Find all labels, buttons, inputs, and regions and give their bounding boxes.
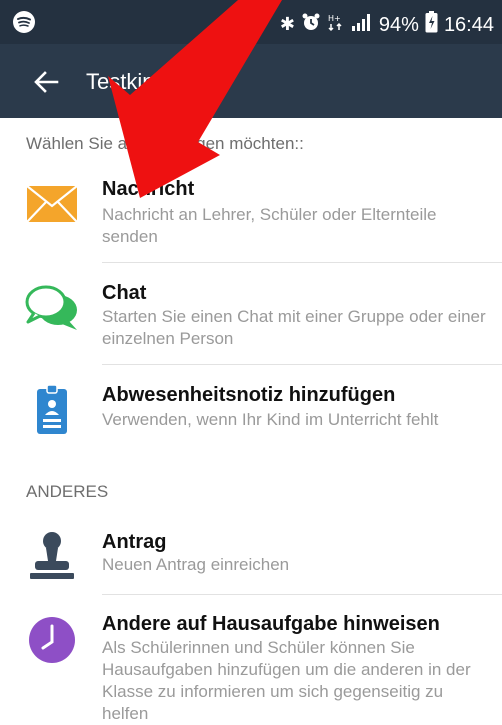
- divider: [102, 262, 502, 263]
- divider: [102, 594, 502, 595]
- section-header-anderes: ANDERES: [26, 482, 109, 501]
- stamp-icon: [24, 528, 80, 584]
- clock-icon: [24, 612, 80, 668]
- spotify-icon: [12, 10, 36, 39]
- battery-percent: 94%: [378, 13, 419, 36]
- envelope-icon: [24, 176, 80, 232]
- option-description: Starten Sie einen Chat mit einer Gruppe …: [102, 307, 486, 348]
- option-title: Andere auf Hausaufgabe hinweisen: [102, 613, 440, 635]
- signal-icon: [351, 13, 373, 36]
- chat-bubbles-icon: [24, 280, 80, 336]
- option-nachricht[interactable]: Nachricht Nachricht an Lehrer, Schüler o…: [0, 172, 502, 260]
- app-bar: Testkin: [0, 44, 502, 118]
- option-description: Nachricht an Lehrer, Schüler oder Eltern…: [102, 205, 437, 246]
- option-description: Verwenden, wenn Ihr Kind im Unterricht f…: [102, 410, 439, 429]
- option-title: Nachricht: [102, 178, 195, 200]
- divider: [102, 364, 502, 365]
- prompt-text: Wählen Sie au hinzufügen möchten::: [26, 134, 304, 153]
- data-icon: H+: [327, 12, 345, 37]
- status-bar: ✱ H+ 94% 16:44: [0, 0, 502, 44]
- page-title: Testkin: [86, 69, 155, 94]
- option-chat[interactable]: Chat Starten Sie einen Chat mit einer Gr…: [0, 276, 502, 362]
- badge-icon: [24, 382, 80, 438]
- arrow-left-icon: [34, 71, 59, 93]
- option-title: Chat: [102, 282, 147, 304]
- back-button[interactable]: [28, 66, 64, 98]
- option-description: Als Schülerinnen und Schüler können Sie …: [102, 638, 471, 723]
- svg-text:H+: H+: [328, 14, 341, 23]
- alarm-icon: [301, 12, 321, 37]
- option-title: Antrag: [102, 531, 167, 553]
- option-hausaufgabe[interactable]: Andere auf Hausaufgabe hinweisen Als Sch…: [0, 608, 502, 723]
- option-title: Abwesenheitsnotiz hinzufügen: [102, 384, 396, 406]
- battery-icon: [425, 11, 438, 38]
- option-abwesenheitsnotiz[interactable]: Abwesenheitsnotiz hinzufügen Verwenden, …: [0, 376, 502, 446]
- clock-time: 16:44: [443, 13, 494, 36]
- option-antrag[interactable]: Antrag Neuen Antrag einreichen: [0, 524, 502, 592]
- bluetooth-icon: ✱: [279, 13, 295, 35]
- option-description: Neuen Antrag einreichen: [102, 555, 290, 574]
